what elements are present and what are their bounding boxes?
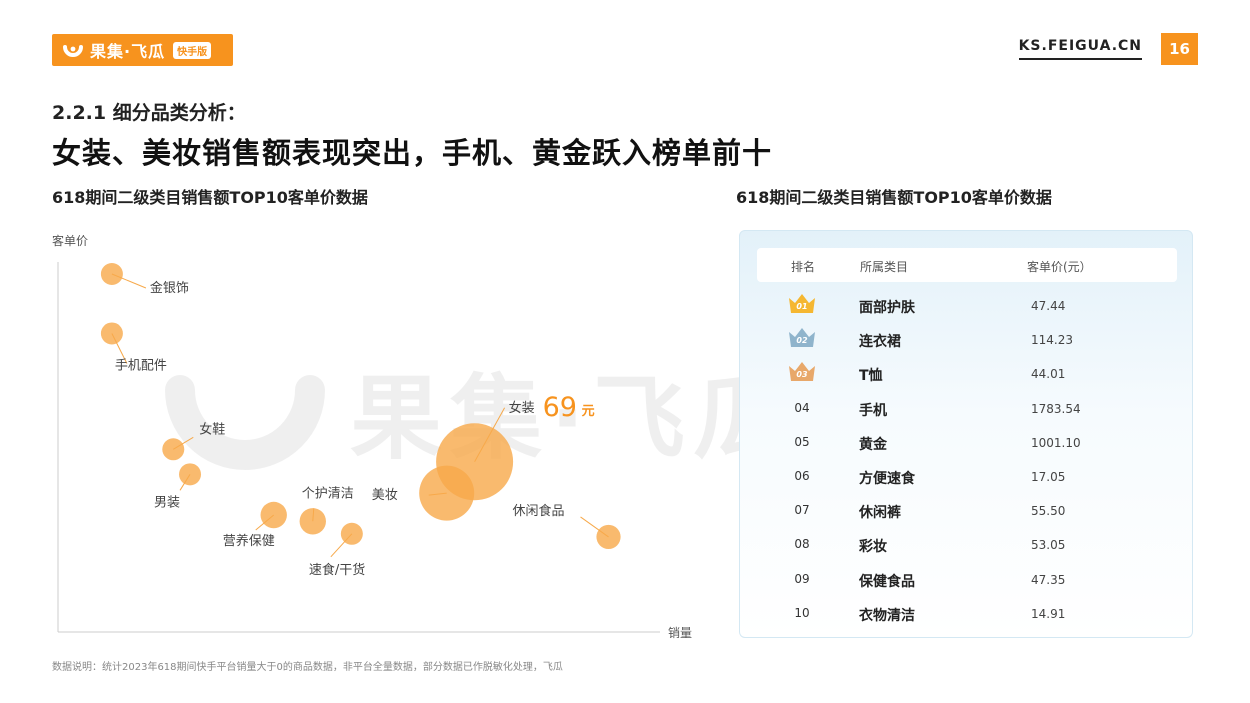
bubble-2 [162, 438, 185, 461]
unit-price: 53.05 [1031, 538, 1066, 553]
annotation-unit: 元 [582, 404, 595, 419]
unit-price: 14.91 [1031, 606, 1066, 621]
table-title: 618期间二级类目销售额TOP10客单价数据 [736, 188, 1052, 207]
table-row: 05 黄金 1001.10 [740, 426, 1194, 460]
unit-price: 114.23 [1031, 333, 1073, 348]
bubble-label: 个护清洁 [302, 486, 354, 501]
category-name: T恤 [859, 368, 883, 385]
category-name: 彩妆 [859, 539, 887, 556]
category-name: 面部护肤 [859, 300, 915, 316]
crown-icon: 02 [789, 328, 815, 348]
table-row: 07 休闲裤 55.50 [740, 494, 1194, 528]
table-row: 04 手机 1783.54 [740, 392, 1194, 426]
bubble-label: 金银饰 [150, 280, 189, 296]
category-name: 方便速食 [859, 471, 915, 487]
bubble-label: 手机配件 [115, 358, 167, 373]
bubble-label: 女装 [509, 400, 535, 416]
category-name: 黄金 [859, 436, 887, 453]
table-row: 09 保健食品 47.35 [740, 563, 1194, 597]
unit-price: 17.05 [1031, 470, 1066, 484]
rank-number: 09 [794, 571, 810, 586]
svg-text:03: 03 [796, 370, 808, 379]
bubble-1 [100, 322, 123, 345]
bubble-9 [596, 524, 621, 550]
rank-number: 07 [794, 503, 810, 518]
svg-text:02: 02 [796, 336, 808, 345]
data-footnote: 数据说明：统计2023年618期间快手平台销量大于0的商品数据，非平台全量数据，… [52, 662, 563, 673]
crown-icon: 03 [789, 362, 815, 382]
svg-text:01: 01 [796, 302, 807, 311]
header-rank: 排名 [791, 260, 816, 274]
bubble-chart: 客单价销量 金银饰手机配件女鞋男装营养保健 个护清洁速食/干货 美妆 女装 69 元休闲食… [52, 233, 692, 640]
rank-number: 06 [794, 469, 810, 483]
category-name: 保健食品 [859, 573, 915, 590]
rank-number: 10 [794, 605, 810, 620]
table-row: 01 面部护肤 47.44 [740, 289, 1194, 323]
unit-price: 1001.10 [1031, 435, 1081, 450]
category-name: 连衣裙 [859, 334, 901, 351]
category-name: 休闲裤 [859, 505, 901, 522]
bubble-label: 男装 [154, 495, 180, 510]
header-category: 所属类目 [860, 260, 909, 274]
page-number: 16 [1161, 33, 1198, 65]
y-axis-label: 客单价 [52, 233, 88, 248]
bubble-label: 休闲食品 [513, 503, 565, 519]
unit-price: 1783.54 [1031, 401, 1081, 416]
unit-price: 47.44 [1031, 299, 1066, 313]
bubble-label: 美妆 [372, 488, 398, 503]
table-row: 08 彩妆 53.05 [740, 528, 1194, 562]
table-row: 06 方便速食 17.05 [740, 460, 1194, 494]
table-row: 03 T恤 44.01 [740, 357, 1194, 391]
table-header-row: 排名 所属类目 客单价(元） [757, 248, 1177, 282]
category-name: 手机 [859, 402, 887, 419]
annotation-value: 69 [543, 392, 577, 423]
bubble-4 [260, 501, 287, 529]
unit-price: 55.50 [1031, 504, 1066, 519]
bubble-3 [179, 463, 202, 486]
bubble-label: 营养保健 [223, 533, 275, 549]
header-price: 客单价(元） [1027, 260, 1092, 274]
bubble-6 [340, 522, 363, 545]
ranking-table: 排名 所属类目 客单价(元） 01 面部护肤 47.44 02 连衣裙 114.23 03 T… [739, 230, 1193, 638]
site-url-link[interactable]: KS.FEIGUA.CN [1018, 38, 1142, 60]
x-axis-label: 销量 [668, 626, 692, 640]
unit-price: 47.35 [1031, 572, 1066, 587]
table-row: 10 衣物清洁 14.91 [740, 597, 1194, 631]
crown-icon: 01 [789, 294, 815, 313]
table-row: 02 连衣裙 114.23 [740, 323, 1194, 357]
bubble-0 [100, 263, 123, 285]
bubble-8 [436, 423, 514, 501]
bubble-label: 女鞋 [199, 421, 225, 437]
rank-number: 05 [794, 434, 810, 449]
bubble-label: 速食/干货 [309, 562, 365, 578]
rank-number: 08 [794, 537, 810, 552]
category-name: 衣物清洁 [859, 607, 915, 624]
bubble-5 [299, 508, 326, 535]
rank-number: 04 [794, 400, 810, 415]
unit-price: 44.01 [1031, 367, 1066, 382]
